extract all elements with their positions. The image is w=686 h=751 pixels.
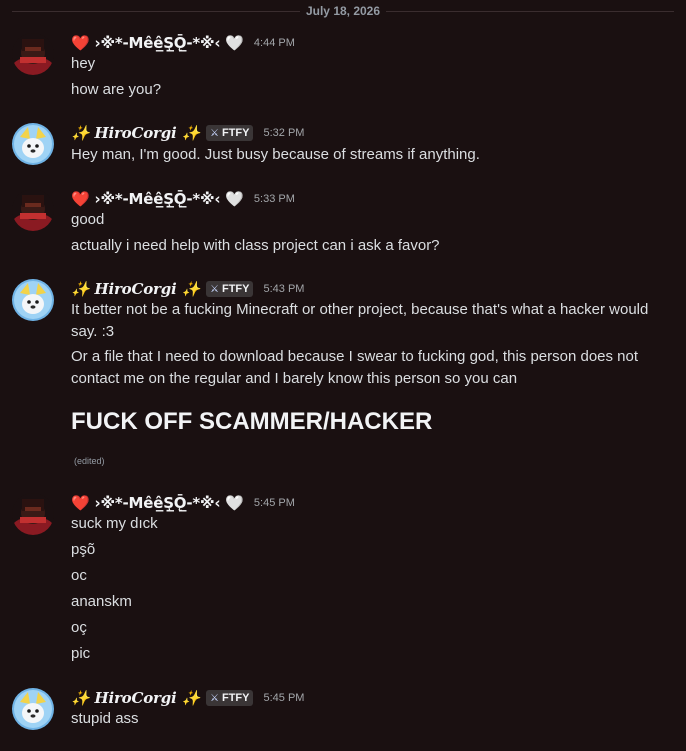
username[interactable]: ❤️ ›※*-Mêê̲Ş̲Ǭ̲-*※‹ 🤍 (71, 494, 244, 512)
blue-corgi-avatar-icon[interactable] (12, 123, 54, 165)
badge-label: FTFY (221, 283, 250, 295)
sword-icon: ⚔ (210, 283, 219, 295)
edited-label: (edited) (74, 456, 105, 466)
username[interactable]: ❤️ ›※*-Mêê̲Ş̲Ǭ̲-*※‹ 🤍 (71, 34, 244, 52)
timestamp: 5:45 PM (253, 497, 295, 509)
timestamp: 5:45 PM (263, 692, 305, 704)
message-text: how are you? (71, 81, 162, 98)
message-text: hey (71, 55, 96, 72)
message-text: pşõ (71, 541, 96, 558)
username[interactable]: ✨ HiroCorgi ✨ (71, 689, 200, 707)
message-text: stupid ass (71, 710, 139, 727)
sword-icon: ⚔ (210, 692, 219, 704)
message-text: ananskm (71, 593, 132, 610)
username[interactable]: ❤️ ›※*-Mêê̲Ş̲Ǭ̲-*※‹ 🤍 (71, 190, 244, 208)
timestamp: 5:43 PM (263, 283, 305, 295)
message-text: Hey man, I'm good. Just busy because of … (71, 146, 480, 163)
date-divider-label: July 18, 2026 (299, 4, 387, 18)
message-header: ❤️ ›※*-Mêê̲Ş̲Ǭ̲-*※‹ 🤍 5:33 PM (71, 189, 295, 209)
dark-red-hooded-avatar-icon[interactable] (12, 33, 54, 75)
role-badge[interactable]: ⚔ FTFY (206, 690, 254, 706)
message-text: oc (71, 567, 87, 584)
blue-corgi-avatar-icon[interactable] (12, 279, 54, 321)
message-text: Or a file that I need to download becaus… (71, 348, 639, 387)
badge-label: FTFY (221, 692, 250, 704)
message-text: actually i need help with class project … (71, 237, 440, 254)
message-text: It better not be a fucking Minecraft or … (71, 301, 649, 340)
username[interactable]: ✨ HiroCorgi ✨ (71, 280, 200, 298)
dark-red-hooded-avatar-icon[interactable] (12, 493, 54, 535)
message-header: ✨ HiroCorgi ✨ ⚔ FTFY 5:32 PM (71, 123, 304, 143)
blue-corgi-avatar-icon[interactable] (12, 688, 54, 730)
message-text: oç (71, 619, 87, 636)
message-header: ✨ HiroCorgi ✨ ⚔ FTFY 5:45 PM (71, 688, 304, 708)
dark-red-hooded-avatar-icon[interactable] (12, 189, 54, 231)
message-header: ❤️ ›※*-Mêê̲Ş̲Ǭ̲-*※‹ 🤍 4:44 PM (71, 33, 295, 53)
message-text: pic (71, 645, 91, 662)
sword-icon: ⚔ (210, 127, 219, 139)
role-badge[interactable]: ⚔ FTFY (206, 125, 254, 141)
role-badge[interactable]: ⚔ FTFY (206, 281, 254, 297)
message-header: ❤️ ›※*-Mêê̲Ş̲Ǭ̲-*※‹ 🤍 5:45 PM (71, 493, 295, 513)
message-header: ✨ HiroCorgi ✨ ⚔ FTFY 5:43 PM (71, 279, 304, 299)
message-heading: FUCK OFF SCAMMER/HACKER (71, 408, 433, 435)
badge-label: FTFY (221, 127, 250, 139)
timestamp: 4:44 PM (253, 37, 295, 49)
username[interactable]: ✨ HiroCorgi ✨ (71, 124, 200, 142)
chat-message-list: July 18, 2026 ❤️ ›※*-Mêê̲Ş̲Ǭ̲-*※‹ 🤍 4:44… (0, 0, 686, 751)
timestamp: 5:33 PM (253, 193, 295, 205)
message-text: good (71, 211, 105, 228)
message-text: suck my dıck (71, 515, 158, 532)
timestamp: 5:32 PM (263, 127, 305, 139)
